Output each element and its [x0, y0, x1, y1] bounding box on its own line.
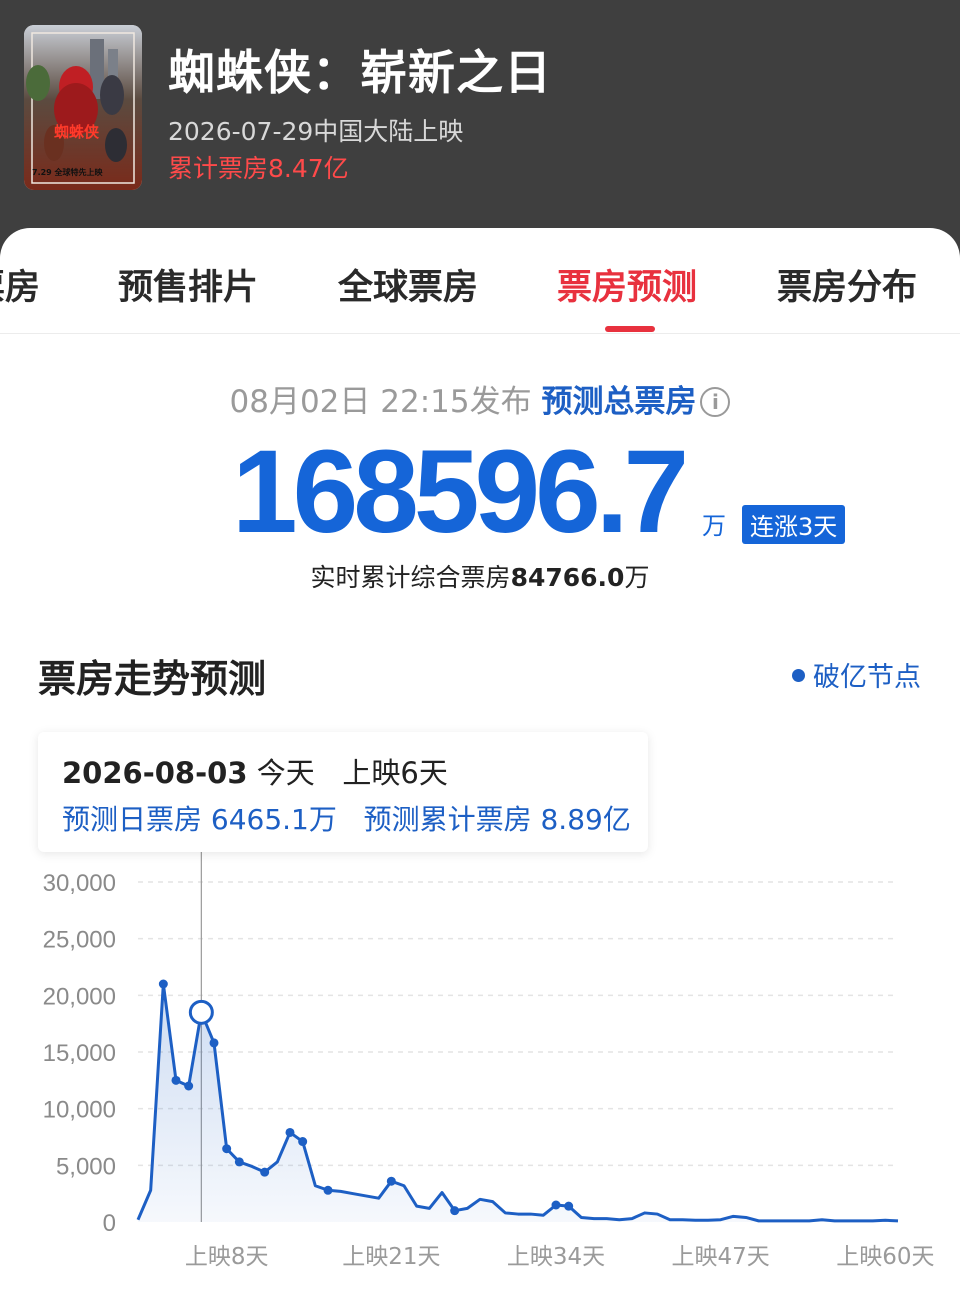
data-point: [551, 1200, 561, 1210]
y-tick-label: 10,000: [43, 1097, 116, 1124]
data-point: [171, 1075, 181, 1085]
series-area: [138, 984, 898, 1222]
data-point: [450, 1206, 460, 1216]
x-tick-label: 上映60天: [836, 1244, 934, 1270]
content-sheet: 票房 预售排片 全球票房 票房预测 票房分布 08月02日 22:15发布 预测…: [0, 228, 960, 1310]
forecast-total-value: 168596.7: [232, 426, 689, 558]
cumulative-box-office: 累计票房8.47亿: [168, 154, 349, 183]
tooltip-date: 2026-08-03: [62, 756, 248, 790]
data-point: [285, 1127, 295, 1137]
tab-box-office-distribution[interactable]: 票房分布: [777, 259, 917, 310]
y-tick-label: 30,000: [43, 870, 116, 897]
tab-presale[interactable]: 预售排片: [118, 259, 258, 310]
y-tick-label: 15,000: [43, 1040, 116, 1067]
box-office-trend-chart[interactable]: 30,000 25,000 20,000 15,000 10,000 5,000 0 上映8天…: [0, 850, 960, 1310]
legend-label: 破亿节点: [813, 662, 921, 693]
tab-global-box-office[interactable]: 全球票房: [338, 259, 478, 310]
poster-image: 蜘蛛侠 7.29 全球特先上映: [24, 25, 142, 190]
poster-caption: 7.29 全球特先上映: [32, 167, 104, 177]
tab-box-office[interactable]: 票房: [0, 259, 40, 310]
tab-box-office-forecast[interactable]: 票房预测: [557, 259, 697, 310]
chart-tooltip: 2026-08-03 今天 上映6天 预测日票房 6465.1万 预测累计票房 …: [38, 732, 648, 852]
chart-svg: 30,000 25,000 20,000 15,000 10,000 5,000 0 上映8天…: [43, 850, 934, 1270]
realtime-unit: 万: [624, 563, 650, 592]
legend-breakthrough[interactable]: 破亿节点: [792, 655, 921, 694]
data-point: [234, 1157, 244, 1167]
data-point: [564, 1201, 574, 1211]
publish-time: 08月02日 22:15发布: [229, 384, 532, 420]
trend-badge: 连涨3天: [742, 505, 846, 544]
data-point: [386, 1176, 396, 1186]
forecast-header: 08月02日 22:15发布 预测总票房 i: [0, 376, 960, 421]
realtime-value: 84766.0: [510, 563, 625, 592]
y-tick-label: 25,000: [43, 927, 116, 954]
movie-poster[interactable]: 蜘蛛侠 7.29 全球特先上映: [24, 25, 142, 190]
y-tick-label: 0: [103, 1210, 116, 1237]
tooltip-today: 今天: [256, 756, 315, 790]
data-point: [184, 1081, 194, 1091]
tooltip-cumulative-forecast: 预测累计票房 8.89亿: [363, 803, 631, 836]
tooltip-daily-forecast: 预测日票房 6465.1万: [62, 803, 337, 836]
y-tick-label: 20,000: [43, 983, 116, 1010]
release-info: 2026-07-29中国大陆上映: [168, 117, 464, 146]
data-point: [298, 1137, 308, 1147]
x-tick-label: 上映47天: [672, 1244, 770, 1270]
highlighted-point: [188, 999, 214, 1025]
forecast-unit: 万: [702, 512, 726, 540]
legend-dot-icon: [792, 669, 805, 682]
x-tick-label: 上映34天: [507, 1244, 605, 1270]
data-point: [222, 1144, 232, 1154]
svg-text:蜘蛛侠: 蜘蛛侠: [54, 123, 100, 141]
info-icon[interactable]: i: [700, 387, 731, 417]
data-point: [260, 1167, 270, 1177]
data-point: [323, 1185, 333, 1195]
x-tick-label: 上映8天: [185, 1244, 269, 1270]
realtime-label: 实时累计综合票房: [310, 563, 511, 592]
x-tick-label: 上映21天: [342, 1244, 440, 1270]
y-tick-label: 5,000: [56, 1153, 116, 1180]
data-point: [209, 1038, 219, 1048]
data-point: [158, 979, 168, 989]
movie-title: 蜘蛛侠：崭新之日: [168, 46, 552, 101]
forecast-total-label: 预测总票房: [541, 384, 697, 420]
tab-bar: 票房 预售排片 全球票房 票房预测 票房分布: [0, 228, 960, 334]
tooltip-day: 上映6天: [342, 756, 448, 790]
realtime-cumulative: 实时累计综合票房84766.0万: [0, 558, 960, 594]
movie-header: 蜘蛛侠 7.29 全球特先上映 蜘蛛侠：崭新之日 2026-07-29中国大陆上…: [0, 0, 960, 262]
chart-section-title: 票房走势预测: [38, 657, 267, 701]
active-tab-indicator: [605, 326, 655, 332]
